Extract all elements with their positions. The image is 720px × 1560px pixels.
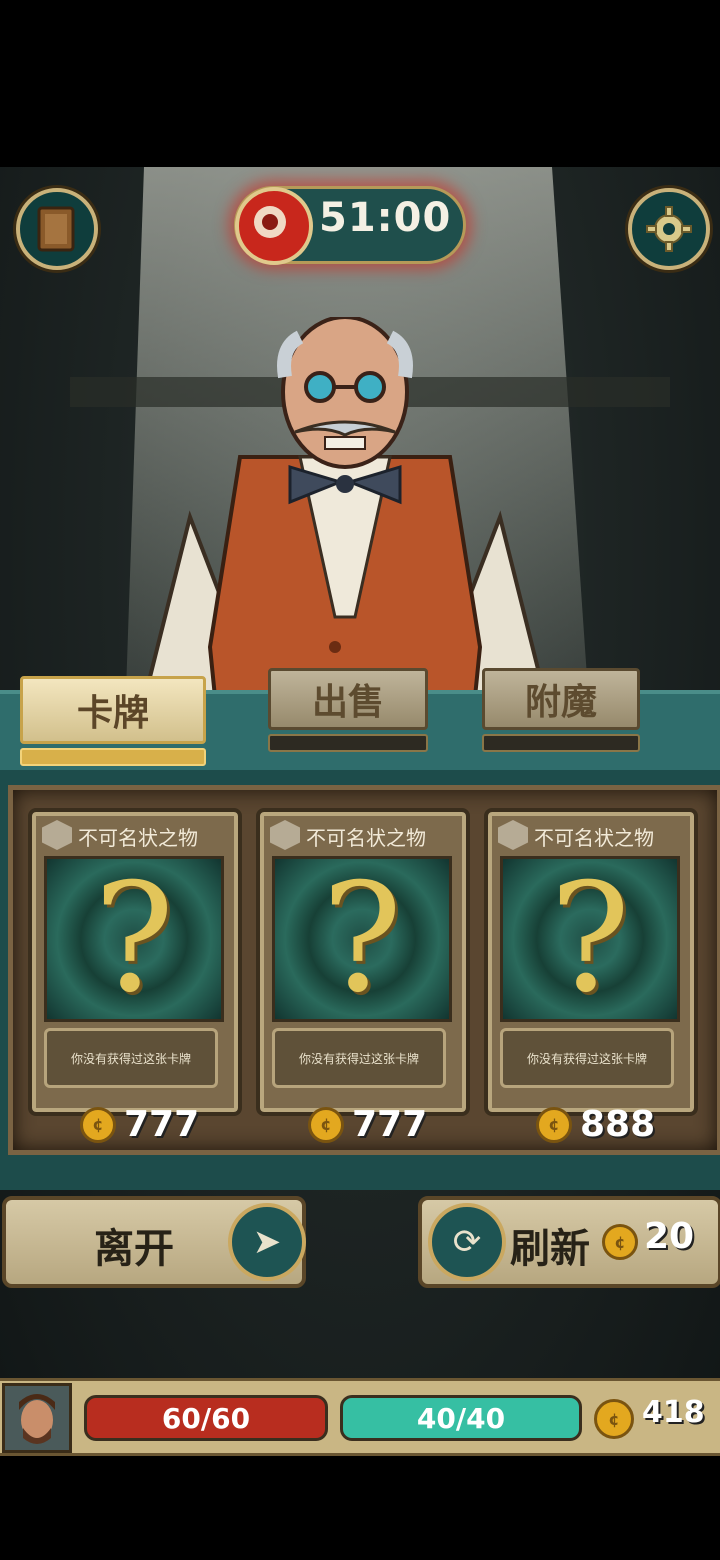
leave-label: 离开 [94, 1226, 174, 1272]
tab-enchant-label: 附魔 [482, 668, 640, 730]
mana-bar: 40/40 [340, 1395, 582, 1441]
tab-cards-label: 卡牌 [20, 676, 206, 744]
card-art: ? [500, 856, 680, 1022]
player-status-bar: 60/60 40/40 ¢ 418 [0, 1378, 720, 1456]
leave-button[interactable]: 离开 ➤ [2, 1196, 306, 1288]
refresh-label: 刷新 [510, 1226, 590, 1272]
tab-enchant[interactable]: 附魔 [482, 668, 640, 752]
price-value: 888 [580, 1104, 656, 1145]
card-name: 不可名状之物 [306, 826, 426, 850]
card-price: ¢ 888 [536, 1104, 655, 1145]
book-icon [37, 206, 75, 252]
coin-icon: ¢ [536, 1106, 572, 1143]
timer-value: 51:00 [319, 195, 452, 241]
tab-sell-label: 出售 [268, 668, 428, 730]
hp-bar: 60/60 [84, 1395, 328, 1441]
rarity-gem-icon [42, 820, 72, 850]
price-value: 777 [124, 1104, 200, 1145]
question-mark-icon: ? [321, 852, 403, 1026]
tab-cards[interactable]: 卡牌 [20, 676, 206, 766]
card-name: 不可名状之物 [78, 826, 198, 850]
hp-value: 60/60 [161, 1401, 251, 1435]
card-description: 你没有获得过这张卡牌 [500, 1028, 674, 1088]
gear-icon [646, 206, 692, 252]
tab-cards-base [20, 748, 206, 766]
player-avatar[interactable] [2, 1383, 72, 1453]
card-price: ¢ 777 [308, 1104, 427, 1145]
coin-icon: ¢ [602, 1224, 638, 1260]
settings-button[interactable] [628, 188, 710, 270]
card-description: 你没有获得过这张卡牌 [272, 1028, 446, 1088]
card-name: 不可名状之物 [534, 826, 654, 850]
question-mark-icon: ? [93, 852, 175, 1026]
tab-sell[interactable]: 出售 [268, 668, 428, 752]
tab-enchant-base [482, 734, 640, 752]
coin-icon: ¢ [308, 1106, 344, 1143]
tab-sell-base [268, 734, 428, 752]
rarity-gem-icon [498, 820, 528, 850]
shop-card[interactable]: 不可名状之物 ? 你没有获得过这张卡牌 [28, 808, 242, 1116]
eye-icon [235, 187, 313, 265]
refresh-button[interactable]: ⟳ 刷新 ¢ 20 [418, 1196, 720, 1288]
mana-value: 40/40 [416, 1401, 506, 1435]
card-art: ? [272, 856, 452, 1022]
shop-card[interactable]: 不可名状之物 ? 你没有获得过这张卡牌 [256, 808, 470, 1116]
shop-card[interactable]: 不可名状之物 ? 你没有获得过这张卡牌 [484, 808, 698, 1116]
journal-button[interactable] [16, 188, 98, 270]
arrow-right-icon: ➤ [228, 1203, 306, 1281]
card-art: ? [44, 856, 224, 1022]
card-description: 你没有获得过这张卡牌 [44, 1028, 218, 1088]
coin-icon: ¢ [80, 1106, 116, 1143]
gold-coin-icon: ¢ [594, 1399, 634, 1439]
countdown-timer: 51:00 [234, 186, 466, 265]
price-value: 777 [352, 1104, 428, 1145]
rarity-gem-icon [270, 820, 300, 850]
card-price: ¢ 777 [80, 1104, 199, 1145]
refresh-cost: 20 [644, 1216, 695, 1257]
refresh-icon: ⟳ [428, 1203, 506, 1281]
question-mark-icon: ? [549, 852, 631, 1026]
gold-value: 418 [642, 1395, 705, 1430]
